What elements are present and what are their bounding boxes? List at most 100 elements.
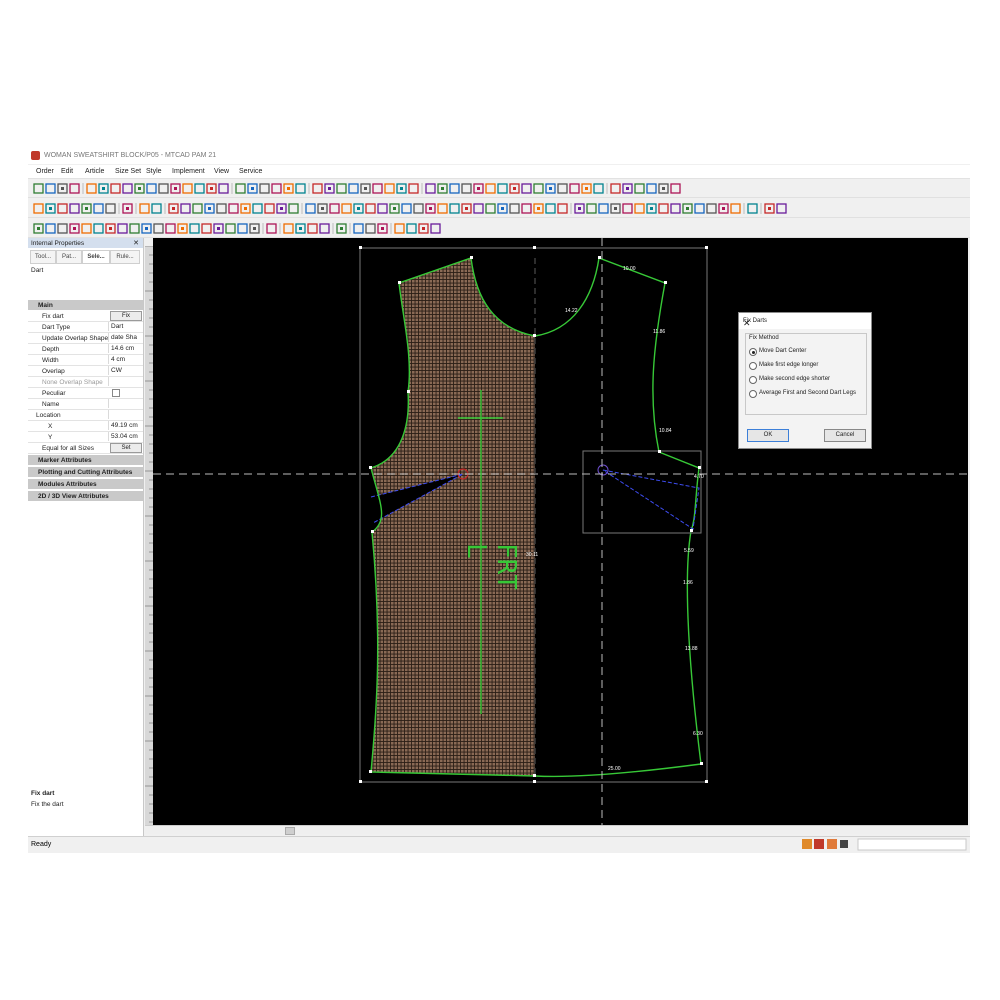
toolbar-tool-icon[interactable] <box>259 183 270 194</box>
toolbar-tool-icon[interactable] <box>430 223 441 234</box>
toolbar-tool-icon[interactable] <box>413 203 424 214</box>
toolbar-tool-icon[interactable] <box>545 203 556 214</box>
toolbar-tool-icon[interactable] <box>45 223 56 234</box>
toolbar-3-icons[interactable] <box>28 220 970 237</box>
toolbar-tool-icon[interactable] <box>622 203 633 214</box>
toolbar-tool-icon[interactable] <box>497 183 508 194</box>
toolbar-tool-icon[interactable] <box>69 203 80 214</box>
toolbar-tool-icon[interactable] <box>228 203 239 214</box>
section-2d3d-view[interactable]: 2D / 3D View Attributes <box>28 491 143 501</box>
toolbar-tool-icon[interactable] <box>408 183 419 194</box>
fix-button[interactable]: Fix <box>110 311 142 321</box>
toolbar-tool-icon[interactable] <box>694 203 705 214</box>
toolbar-tool-icon[interactable] <box>305 203 316 214</box>
toolbar-tool-icon[interactable] <box>521 183 532 194</box>
toolbar-tool-icon[interactable] <box>151 203 162 214</box>
menu-edit[interactable]: Edit <box>61 168 73 175</box>
toolbar-tool-icon[interactable] <box>593 183 604 194</box>
radio-button[interactable] <box>749 348 757 356</box>
section-marker[interactable]: Marker Attributes <box>28 455 143 465</box>
toolbar-tool-icon[interactable] <box>401 203 412 214</box>
prop-value[interactable]: CW <box>108 366 144 375</box>
toolbar-tool-icon[interactable] <box>610 183 621 194</box>
menu-service[interactable]: Service <box>239 168 262 175</box>
toolbar-tool-icon[interactable] <box>201 223 212 234</box>
toolbar-tool-icon[interactable] <box>295 183 306 194</box>
prop-value[interactable]: 53.04 cm <box>108 432 144 441</box>
toolbar-tool-icon[interactable] <box>105 203 116 214</box>
toolbar-tool-icon[interactable] <box>194 183 205 194</box>
toolbar-tool-icon[interactable] <box>449 183 460 194</box>
prop-value[interactable]: Dart <box>108 322 144 331</box>
toolbar-tool-icon[interactable] <box>365 223 376 234</box>
close-icon[interactable]: ✕ <box>743 318 866 329</box>
toolbar-tool-icon[interactable] <box>521 203 532 214</box>
toolbar-tool-icon[interactable] <box>266 223 277 234</box>
toolbar-tool-icon[interactable] <box>485 203 496 214</box>
toolbar-tool-icon[interactable] <box>449 203 460 214</box>
radio-button[interactable] <box>749 376 757 384</box>
toolbar-tool-icon[interactable] <box>237 223 248 234</box>
toolbar-tool-icon[interactable] <box>646 183 657 194</box>
toolbar-tool-icon[interactable] <box>271 183 282 194</box>
section-plotting[interactable]: Plotting and Cutting Attributes <box>28 467 143 477</box>
menu-style[interactable]: Style <box>146 168 162 175</box>
section-modules[interactable]: Modules Attributes <box>28 479 143 489</box>
toolbar-tool-icon[interactable] <box>283 223 294 234</box>
menu-view[interactable]: View <box>214 168 229 175</box>
toolbar-tool-icon[interactable] <box>706 203 717 214</box>
toolbar-tool-icon[interactable] <box>353 223 364 234</box>
toolbar-tool-icon[interactable] <box>192 203 203 214</box>
toolbar-tool-icon[interactable] <box>93 223 104 234</box>
toolbar-tool-icon[interactable] <box>57 223 68 234</box>
toolbar-tool-icon[interactable] <box>406 223 417 234</box>
toolbar-tool-icon[interactable] <box>165 223 176 234</box>
toolbar-tool-icon[interactable] <box>425 183 436 194</box>
radio-button[interactable] <box>749 362 757 370</box>
radio-button[interactable] <box>749 390 757 398</box>
peculiar-checkbox[interactable] <box>112 389 120 397</box>
toolbar-tool-icon[interactable] <box>394 223 405 234</box>
toolbar-tool-icon[interactable] <box>69 183 80 194</box>
tab-selection[interactable]: Sele... <box>82 250 110 264</box>
toolbar-tool-icon[interactable] <box>384 183 395 194</box>
toolbar-tool-icon[interactable] <box>348 183 359 194</box>
prop-value[interactable]: 49.19 cm <box>108 421 144 430</box>
scrollbar-thumb[interactable] <box>285 827 295 835</box>
cancel-button[interactable]: Cancel <box>824 429 866 442</box>
prop-value[interactable] <box>108 399 144 408</box>
toolbar-tool-icon[interactable] <box>509 203 520 214</box>
tab-pattern[interactable]: Pat... <box>56 250 82 264</box>
toolbar-tool-icon[interactable] <box>218 183 229 194</box>
toolbar-tool-icon[interactable] <box>569 183 580 194</box>
toolbar-tool-icon[interactable] <box>377 203 388 214</box>
section-main[interactable]: Main <box>28 300 143 310</box>
toolbar-tool-icon[interactable] <box>189 223 200 234</box>
toolbar-tool-icon[interactable] <box>33 183 44 194</box>
toolbar-tool-icon[interactable] <box>341 203 352 214</box>
toolbar-tool-icon[interactable] <box>57 203 68 214</box>
toolbar-tool-icon[interactable] <box>93 203 104 214</box>
toolbar-tool-icon[interactable] <box>634 183 645 194</box>
toolbar-tool-icon[interactable] <box>533 183 544 194</box>
toolbar-tool-icon[interactable] <box>86 183 97 194</box>
toolbar-tool-icon[interactable] <box>634 203 645 214</box>
close-icon[interactable]: ✕ <box>133 239 139 247</box>
toolbar-tool-icon[interactable] <box>180 203 191 214</box>
toolbar-tool-icon[interactable] <box>139 203 150 214</box>
toolbar-tool-icon[interactable] <box>264 203 275 214</box>
toolbar-1-icons[interactable] <box>28 180 970 197</box>
toolbar-2-icons[interactable] <box>28 200 970 217</box>
toolbar-tool-icon[interactable] <box>182 183 193 194</box>
toolbar-tool-icon[interactable] <box>437 203 448 214</box>
menu-article[interactable]: Article <box>85 168 104 175</box>
toolbar-tool-icon[interactable] <box>329 203 340 214</box>
toolbar-tool-icon[interactable] <box>670 183 681 194</box>
toolbar-tool-icon[interactable] <box>319 223 330 234</box>
toolbar-tool-icon[interactable] <box>158 183 169 194</box>
toolbar-tool-icon[interactable] <box>372 183 383 194</box>
toolbar-tool-icon[interactable] <box>670 203 681 214</box>
toolbar-tool-icon[interactable] <box>598 203 609 214</box>
toolbar-tool-icon[interactable] <box>117 223 128 234</box>
toolbar-tool-icon[interactable] <box>776 203 787 214</box>
